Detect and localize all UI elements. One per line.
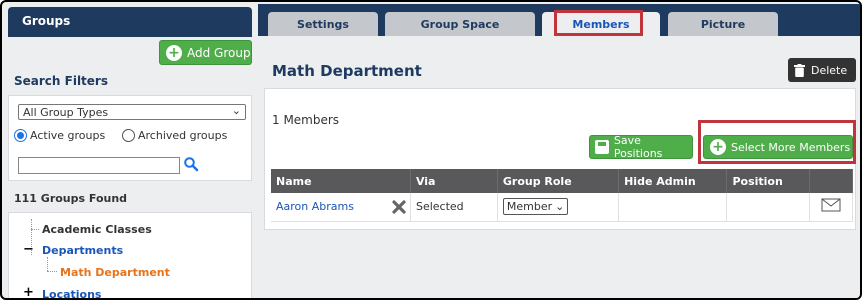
members-count: 1 Members	[272, 113, 340, 127]
envelope-icon[interactable]	[821, 198, 841, 212]
column-header-group-role[interactable]: Group Role	[497, 169, 620, 193]
add-group-button[interactable]: + Add Group	[159, 40, 252, 65]
tree-connector	[31, 229, 39, 230]
tree-item-math-department[interactable]: Math Department	[60, 266, 170, 279]
tab-picture[interactable]: Picture	[668, 12, 778, 38]
radio-selected-icon	[14, 129, 27, 142]
chevron-down-icon: ⌄	[231, 104, 241, 117]
plus-icon: +	[166, 44, 182, 61]
expand-icon[interactable]: +	[23, 285, 34, 298]
hide-admin-cell	[618, 193, 728, 222]
groups-header: Groups	[8, 7, 252, 37]
app-frame: Groups + Add Group Search Filters All Gr…	[0, 0, 862, 300]
add-group-label: Add Group	[187, 45, 251, 60]
members-table: Name Via Group Role Hide Admin Position …	[271, 169, 853, 222]
collapse-icon[interactable]: −	[23, 242, 34, 257]
name-cell: Aaron Abrams	[271, 193, 411, 222]
tree-item-locations[interactable]: Locations	[42, 288, 101, 298]
save-positions-button[interactable]: Save Positions	[589, 134, 693, 160]
select-more-highlight	[698, 120, 856, 164]
tree-item-academic-classes[interactable]: Academic Classes	[42, 223, 152, 236]
position-cell	[726, 193, 811, 222]
group-tree: Academic Classes − Departments Math Depa…	[8, 212, 252, 298]
save-positions-label: Save Positions	[613, 134, 663, 160]
member-name-link[interactable]: Aaron Abrams	[276, 200, 354, 213]
message-cell	[809, 193, 853, 222]
chevron-down-icon: ⌄	[555, 200, 565, 214]
group-role-value: Member	[506, 200, 553, 214]
column-header-name[interactable]: Name	[271, 169, 411, 193]
column-header-actions	[809, 169, 853, 193]
trash-icon	[794, 63, 805, 77]
group-type-select[interactable]: All Group Types ⌄	[18, 104, 246, 120]
tab-bar: Settings Group Space Members Picture	[258, 4, 860, 38]
group-type-select-value: All Group Types	[23, 106, 109, 119]
group-role-select[interactable]: Member ⌄	[502, 198, 569, 216]
delete-label: Delete	[811, 63, 848, 77]
page-title: Math Department	[272, 62, 422, 80]
tree-connector	[47, 257, 48, 271]
via-cell: Selected	[410, 193, 498, 222]
column-header-position[interactable]: Position	[726, 169, 811, 193]
tree-item-departments[interactable]: Departments	[42, 244, 123, 257]
tab-settings[interactable]: Settings	[268, 12, 378, 38]
table-row: Aaron Abrams Selected Member ⌄	[271, 193, 853, 222]
delete-button[interactable]: Delete	[788, 58, 856, 82]
radio-unselected-icon	[122, 129, 135, 142]
remove-x-icon[interactable]	[392, 200, 406, 214]
members-tab-highlight	[554, 10, 643, 36]
archived-groups-label: Archived groups	[138, 129, 228, 142]
active-groups-radio[interactable]: Active groups	[14, 129, 105, 142]
save-icon	[595, 140, 609, 154]
column-header-hide-admin[interactable]: Hide Admin	[618, 169, 728, 193]
tab-group-space[interactable]: Group Space	[385, 12, 535, 38]
groups-found-count: 111 Groups Found	[14, 192, 128, 205]
groups-sidebar: Groups + Add Group Search Filters All Gr…	[8, 4, 254, 298]
column-header-via[interactable]: Via	[410, 169, 498, 193]
archived-groups-radio[interactable]: Archived groups	[122, 129, 227, 142]
filter-panel: All Group Types ⌄ Active groups Archived…	[8, 95, 252, 181]
main-content: Math Department Delete 1 Members Save Po…	[258, 36, 860, 298]
table-header-row: Name Via Group Role Hide Admin Position	[271, 169, 853, 193]
search-icon[interactable]	[183, 156, 199, 172]
tree-connector	[47, 271, 57, 272]
role-cell: Member ⌄	[497, 193, 620, 222]
search-filters-heading: Search Filters	[14, 74, 108, 88]
active-groups-label: Active groups	[30, 129, 106, 142]
group-search-input[interactable]	[18, 157, 180, 174]
